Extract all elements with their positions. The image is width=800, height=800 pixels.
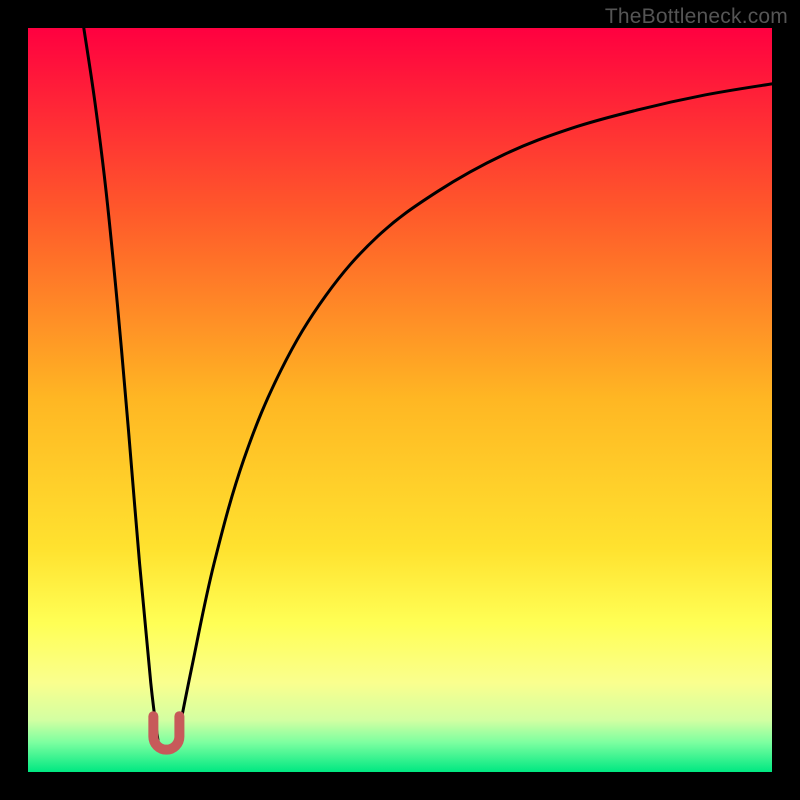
chart-svg: [28, 28, 772, 772]
plot-area: [28, 28, 772, 772]
chart-frame: TheBottleneck.com: [0, 0, 800, 800]
watermark-text: TheBottleneck.com: [605, 5, 788, 29]
gradient-background: [28, 28, 772, 772]
